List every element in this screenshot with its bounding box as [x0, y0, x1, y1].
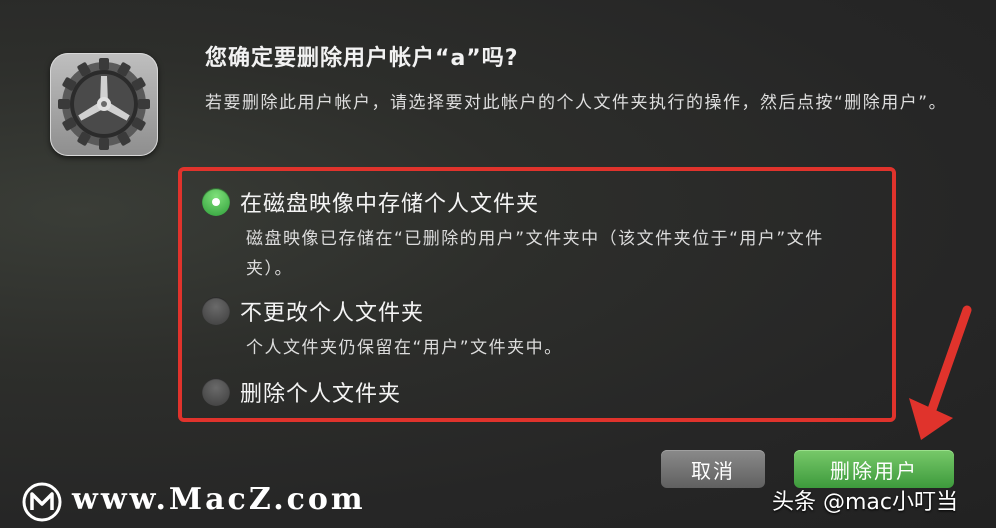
radio-delete-home-folder[interactable] — [202, 378, 230, 406]
option-desc-store-in-disk-image: 磁盘映像已存储在“已删除的用户”文件夹中（该文件夹位于“用户”文件夹）。 — [246, 229, 824, 279]
radio-do-not-change[interactable] — [202, 297, 230, 325]
watermark-site: www.MacZ.com — [72, 482, 366, 517]
radio-store-in-disk-image[interactable] — [202, 188, 230, 216]
cancel-button[interactable]: 取消 — [661, 450, 765, 488]
macz-logo-icon — [22, 482, 62, 522]
dialog-message: 若要删除此用户帐户，请选择要对此帐户的个人文件夹执行的操作，然后点按“删除用户”… — [205, 93, 948, 113]
delete-user-dialog: 您确定要删除用户帐户“a”吗? 若要删除此用户帐户，请选择要对此帐户的个人文件夹… — [0, 0, 996, 528]
option-label-delete-home-folder[interactable]: 删除个人文件夹 — [240, 376, 401, 408]
option-label-do-not-change[interactable]: 不更改个人文件夹 — [240, 295, 424, 327]
delete-user-button[interactable]: 删除用户 — [794, 450, 954, 488]
option-label-store-in-disk-image[interactable]: 在磁盘映像中存储个人文件夹 — [240, 186, 539, 218]
dialog-title: 您确定要删除用户帐户“a”吗? — [205, 46, 519, 71]
option-desc-do-not-change: 个人文件夹仍保留在“用户”文件夹中。 — [246, 338, 563, 358]
gear-icon — [50, 53, 158, 156]
watermark-credit: 头条 @mac小叮当 — [772, 490, 959, 515]
annotation-arrow-icon — [909, 305, 972, 440]
